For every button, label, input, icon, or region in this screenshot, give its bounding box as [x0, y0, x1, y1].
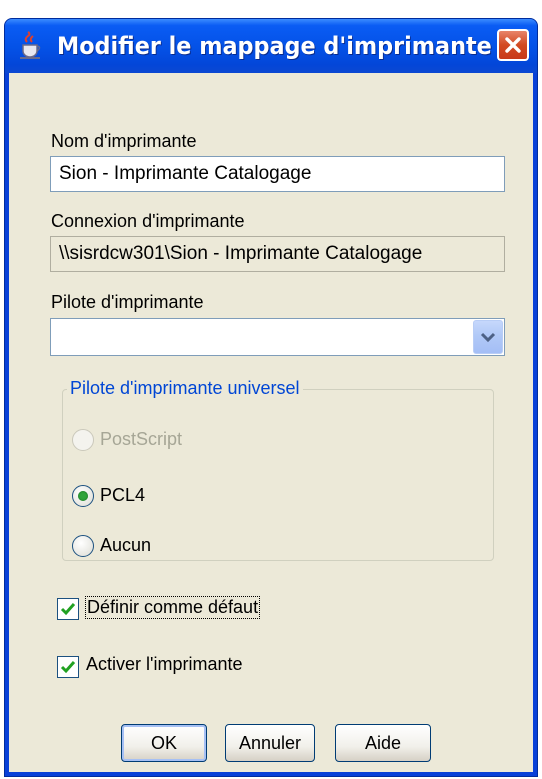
postscript-radio	[72, 429, 94, 451]
aucun-label[interactable]: Aucun	[100, 535, 151, 556]
universal-driver-group-title: Pilote d'imprimante universel	[67, 378, 303, 399]
printer-connection-label: Connexion d'imprimante	[51, 211, 245, 231]
close-icon	[505, 37, 521, 53]
java-cup-icon	[20, 31, 41, 59]
dialog-window: Modifier le mappage d'imprimante Nom d'i…	[4, 18, 538, 777]
help-button[interactable]: Aide	[335, 724, 431, 762]
radio-selected-dot	[78, 491, 88, 501]
checkmark-icon	[60, 603, 76, 616]
title-bar[interactable]: Modifier le mappage d'imprimante	[5, 19, 537, 73]
dropdown-button[interactable]	[473, 320, 503, 354]
window-title: Modifier le mappage d'imprimante	[57, 32, 492, 60]
printer-driver-select[interactable]	[50, 318, 505, 356]
ok-button[interactable]: OK	[121, 724, 207, 762]
dialog-content: Nom d'imprimante Sion - Imprimante Catal…	[9, 73, 533, 772]
set-default-checkbox[interactable]	[57, 598, 79, 620]
chevron-down-icon	[480, 332, 496, 343]
printer-name-input[interactable]: Sion - Imprimante Catalogage	[50, 156, 505, 192]
enable-printer-checkbox[interactable]	[57, 656, 79, 678]
printer-connection-field: \\sisrdcw301\Sion - Imprimante Catalogag…	[50, 236, 505, 272]
printer-driver-label: Pilote d'imprimante	[51, 292, 204, 312]
printer-name-label: Nom d'imprimante	[51, 131, 197, 151]
postscript-label: PostScript	[100, 429, 183, 449]
aucun-radio[interactable]	[72, 535, 94, 557]
enable-printer-label[interactable]: Activer l'imprimante	[86, 654, 242, 675]
pcl4-radio[interactable]	[72, 485, 94, 507]
close-button[interactable]	[497, 29, 529, 61]
pcl4-label[interactable]: PCL4	[100, 485, 145, 506]
set-default-label[interactable]: Définir comme défaut	[85, 596, 261, 619]
cancel-button[interactable]: Annuler	[225, 724, 315, 762]
checkmark-icon	[60, 661, 76, 674]
